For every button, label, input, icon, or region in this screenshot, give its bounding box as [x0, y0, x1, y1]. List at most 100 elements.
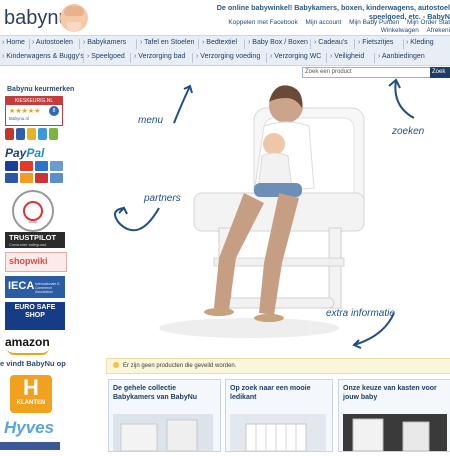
card-title-line1: Onze keuze van kasten voor	[343, 385, 437, 392]
nav-item-babykamers[interactable]: Babykamers	[83, 39, 126, 46]
paypal-logo[interactable]: PayPal	[5, 146, 44, 160]
hero-banner[interactable]	[104, 68, 450, 353]
top-links: Koppelen met Facebook Mijn account Mijn …	[170, 19, 450, 35]
paypal-logo-pay: Pay	[5, 146, 27, 160]
hyves-h-icon: H	[23, 375, 39, 400]
promo-card-title: Onze keuze van kasten voor jouw baby	[343, 384, 437, 402]
nav-item-verzorging-bad[interactable]: Verzorging bad	[134, 53, 185, 60]
promo-card-ledikant[interactable]: Op zoek naar een mooie ledikant	[225, 379, 333, 452]
mastercard-icon	[20, 161, 33, 171]
jcb-icon	[35, 172, 48, 183]
hyves-logo[interactable]: Hyves	[4, 418, 54, 438]
promo-card-image	[113, 414, 213, 452]
nav-item-bedtextiel[interactable]: Bedtextiel	[202, 39, 237, 46]
nav-item-cadeaus[interactable]: Cadeau's	[314, 39, 347, 46]
find-us-heading: e vindt BabyNu op	[0, 359, 66, 368]
notice-text: Er zijn geen producten die geveild worde…	[123, 363, 237, 369]
amex-icon	[35, 161, 48, 171]
kieskeurig-badge[interactable]: KIESKEURIG.NL ★★★★★ 8 Babynu.nl	[5, 96, 63, 126]
trustpilot-label: TRUSTPILOT	[9, 233, 57, 242]
nav-item-tafel-stoelen[interactable]: Tafel en Stoelen	[140, 39, 194, 46]
link-facebook-connect[interactable]: Koppelen met Facebook	[228, 19, 297, 26]
payment-methods-row	[5, 128, 65, 142]
kieskeurig-site: Babynu.nl	[9, 116, 30, 121]
wardrobe-image	[352, 418, 430, 452]
ieca-label: IECA	[8, 280, 35, 292]
card-title-line1: De gehele collectie	[113, 385, 177, 392]
rating-score: 8	[49, 106, 59, 116]
trustpilot-subtitle: Consumer safeguard	[9, 242, 47, 247]
kieskeurig-title: KIESKEURIG.NL	[6, 97, 62, 105]
paypal-logo-pal: Pal	[26, 146, 45, 160]
card-title-line2: jouw baby	[343, 394, 378, 401]
link-my-account[interactable]: Mijn account	[305, 19, 341, 26]
info-icon	[113, 362, 119, 368]
discover-icon	[20, 172, 33, 183]
link-order-status[interactable]: Mijn Order Stat	[407, 19, 450, 26]
promo-card-image	[343, 414, 447, 452]
hero-illustration	[114, 78, 415, 349]
link-checkout[interactable]: Afrekeni	[427, 27, 450, 34]
annotation-partners: partners	[144, 193, 181, 204]
promo-card-babykamers[interactable]: De gehele collectie Babykamers van BabyN…	[108, 379, 221, 452]
visa-icon	[5, 161, 18, 171]
visa-electron-icon	[5, 172, 18, 183]
card-title-line1: Op zoek naar een mooie	[230, 385, 311, 392]
nav-item-fietszitjes[interactable]: Fietszitjes	[358, 39, 393, 46]
safe-shop-seal[interactable]: shop	[12, 190, 54, 232]
auction-notice: Er zijn geen producten die geveild worde…	[106, 358, 450, 374]
maestro-icon	[50, 161, 63, 171]
promo-card-image	[230, 414, 326, 452]
promo-card-title: De gehele collectie Babykamers van BabyN…	[113, 384, 197, 402]
amazon-label: amazon	[5, 335, 50, 349]
nav-row-2: Kinderwagens & Buggy's Speelgoed Verzorg…	[0, 51, 450, 65]
nav-item-kleding[interactable]: Kleding	[406, 39, 433, 46]
mistercash-icon	[16, 128, 25, 140]
amazon-smile-icon	[7, 348, 49, 355]
trustpilot-badge[interactable]: TRUSTPILOT Consumer safeguard	[5, 232, 65, 248]
shopwiki-badge[interactable]: shopwiki	[5, 252, 67, 272]
nav-item-kinderwagens[interactable]: Kinderwagens & Buggy's	[2, 53, 84, 60]
seal-text: shop	[28, 219, 38, 224]
baby-logo-icon	[60, 4, 88, 32]
promo-card-kasten[interactable]: Onze keuze van kasten voor jouw baby	[338, 379, 450, 452]
nav-item-veiligheid[interactable]: Veiligheid	[330, 53, 364, 60]
hyves-klanten-badge[interactable]: H KLANTEN	[10, 375, 52, 413]
nav-item-home[interactable]: Home	[2, 39, 25, 46]
eurosafe-badge[interactable]: EURO SAFE SHOP	[5, 302, 65, 330]
ieca-subtitle: Internationale E-Commerce Association	[35, 282, 61, 294]
annotation-zoeken: zoeken	[392, 126, 425, 137]
nav-item-aanbiedingen[interactable]: Aanbiedingen	[378, 53, 425, 60]
nav-row-1: Home Autostoelen Babykamers Tafel en Sto…	[0, 37, 450, 51]
nav-item-verzorging-wc[interactable]: Verzorging WC	[270, 53, 321, 60]
nav-item-autostoelen[interactable]: Autostoelen	[32, 39, 73, 46]
shopwiki-label: shopwiki	[9, 256, 48, 266]
facebook-box[interactable]	[0, 442, 60, 450]
link-baby-points[interactable]: Mijn Baby Punten	[349, 19, 399, 26]
nav-item-verzorging-voeding[interactable]: Verzorging voeding	[196, 53, 260, 60]
card-icon	[50, 172, 63, 183]
nav-item-speelgoed[interactable]: Speelgoed	[87, 53, 124, 60]
card-title-line2: ledikant	[230, 394, 257, 401]
nursery-image	[120, 419, 198, 452]
giropay-icon	[27, 128, 36, 140]
ecash-icon	[49, 128, 58, 140]
main-nav: Home Autostoelen Babykamers Tafel en Sto…	[0, 35, 450, 66]
link-cart[interactable]: Winkelwagen	[381, 27, 419, 34]
tagline-line1: De online babywinkel! Babykamers, boxen,…	[216, 3, 450, 12]
credit-cards-grid	[5, 161, 65, 183]
annotation-extra-info: extra informatie	[326, 308, 395, 319]
eurosafe-label: EURO SAFE SHOP	[14, 304, 56, 319]
hyves-klanten-label: KLANTEN	[16, 400, 46, 406]
ieca-badge[interactable]: IECA Internationale E-Commerce Associati…	[5, 276, 65, 298]
ideal-icon	[5, 128, 14, 140]
rating-stars: ★★★★★	[9, 108, 41, 115]
sofort-icon	[38, 128, 47, 140]
crib-image	[245, 423, 307, 452]
promo-card-title: Op zoek naar een mooie ledikant	[230, 384, 311, 402]
card-title-line2: Babykamers van BabyNu	[113, 394, 198, 401]
sidebar-title: Babynu keurmerken	[7, 86, 75, 93]
nav-item-baby-box[interactable]: Baby Box / Boxen	[248, 39, 308, 46]
annotation-menu: menu	[138, 115, 164, 126]
amazon-logo[interactable]: amazon	[5, 335, 50, 355]
